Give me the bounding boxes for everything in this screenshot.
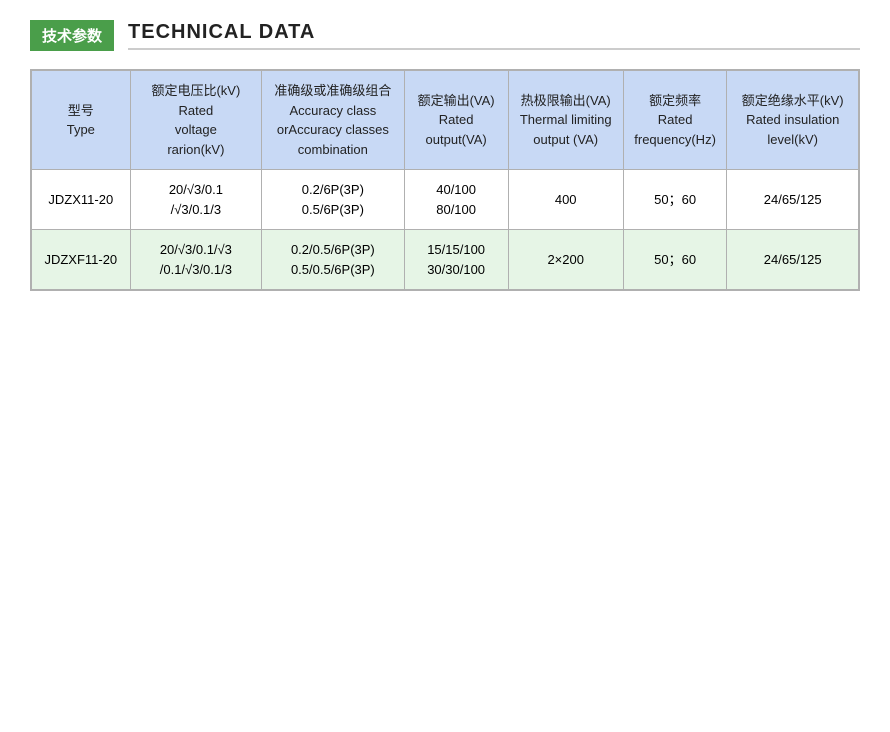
cell-output: 15/15/10030/30/100 (404, 230, 508, 290)
table-row: JDZX11-20 20/√3/0.1/√3/0.1/3 0.2/6P(3P)0… (32, 170, 859, 230)
cell-output: 40/10080/100 (404, 170, 508, 230)
col-header-frequency: 额定频率 Rated frequency(Hz) (623, 71, 727, 170)
technical-data-table: 型号 Type 额定电压比(kV) Rated voltage rarion(k… (30, 69, 860, 291)
cell-thermal: 2×200 (508, 230, 623, 290)
cell-frequency: 50；60 (623, 230, 727, 290)
cell-accuracy: 0.2/6P(3P)0.5/6P(3P) (262, 170, 404, 230)
cell-accuracy: 0.2/0.5/6P(3P)0.5/0.5/6P(3P) (262, 230, 404, 290)
col-header-output: 额定输出(VA) Rated output(VA) (404, 71, 508, 170)
cell-thermal: 400 (508, 170, 623, 230)
col-header-type: 型号 Type (32, 71, 131, 170)
page-title: TECHNICAL DATA (128, 21, 860, 50)
cell-insulation: 24/65/125 (727, 230, 859, 290)
col-header-thermal: 热极限输出(VA) Thermal limiting output (VA) (508, 71, 623, 170)
page-header: 技术参数 TECHNICAL DATA (30, 20, 860, 51)
col-header-voltage: 额定电压比(kV) Rated voltage rarion(kV) (130, 71, 262, 170)
cell-frequency: 50；60 (623, 170, 727, 230)
col-header-insulation: 额定绝缘水平(kV) Rated insulation level(kV) (727, 71, 859, 170)
cell-type: JDZXF11-20 (32, 230, 131, 290)
cell-type: JDZX11-20 (32, 170, 131, 230)
col-header-accuracy: 准确级或准确级组合 Accuracy class orAccuracy clas… (262, 71, 404, 170)
cell-voltage: 20/√3/0.1/√3/0.1/√3/0.1/3 (130, 230, 262, 290)
table-header-row: 型号 Type 额定电压比(kV) Rated voltage rarion(k… (32, 71, 859, 170)
cell-insulation: 24/65/125 (727, 170, 859, 230)
section-badge: 技术参数 (30, 20, 114, 51)
table-row: JDZXF11-20 20/√3/0.1/√3/0.1/√3/0.1/3 0.2… (32, 230, 859, 290)
cell-voltage: 20/√3/0.1/√3/0.1/3 (130, 170, 262, 230)
